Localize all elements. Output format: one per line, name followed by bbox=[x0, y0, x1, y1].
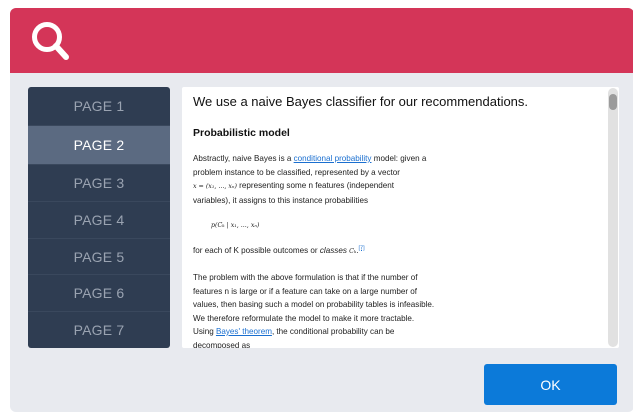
page-nav: PAGE 1 PAGE 2 PAGE 3 PAGE 4 PAGE 5 PAGE … bbox=[28, 87, 170, 348]
nav-item-page-7[interactable]: PAGE 7 bbox=[28, 312, 170, 348]
text-span: for each of K possible outcomes or bbox=[193, 245, 320, 255]
page-title: We use a naive Bayes classifier for our … bbox=[193, 94, 529, 109]
paragraph-line: variables), it assigns to this instance … bbox=[193, 195, 368, 205]
paragraph-line: x = (x₁, ..., xₙ) representing some n fe… bbox=[193, 179, 603, 194]
bayes-theorem-link[interactable]: Bayes' theorem bbox=[216, 327, 272, 336]
header-bar bbox=[10, 8, 633, 73]
paragraph-line: problem instance to be classified, repre… bbox=[193, 167, 400, 177]
content-panel: We use a naive Bayes classifier for our … bbox=[182, 87, 619, 348]
text-span: , the conditional probability can be bbox=[271, 327, 395, 336]
nav-item-page-3[interactable]: PAGE 3 bbox=[28, 165, 170, 202]
text-span: Abstractly, naive Bayes is a bbox=[193, 154, 294, 163]
nav-item-label: PAGE 4 bbox=[73, 212, 125, 228]
paragraph-line: decomposed as bbox=[193, 340, 251, 349]
nav-item-label: PAGE 6 bbox=[73, 285, 125, 301]
ok-button[interactable]: OK bbox=[484, 364, 617, 405]
section-heading: Probabilistic model bbox=[193, 127, 290, 139]
content-scrollbar[interactable] bbox=[608, 88, 618, 347]
nav-item-label: PAGE 2 bbox=[73, 137, 125, 153]
classes-term: classes bbox=[319, 245, 347, 255]
probability-formula: p(Cₖ | x₁, ..., xₙ) bbox=[211, 222, 260, 229]
text-span: Using bbox=[193, 327, 216, 336]
paragraph-line: values, then basing such a model on prob… bbox=[193, 300, 435, 309]
nav-item-page-5[interactable]: PAGE 5 bbox=[28, 239, 170, 275]
nav-item-label: PAGE 7 bbox=[73, 322, 125, 338]
paragraph-line: Abstractly, naive Bayes is a conditional… bbox=[193, 152, 603, 166]
nav-item-label: PAGE 5 bbox=[73, 248, 125, 265]
paragraph-line: for each of K possible outcomes or class… bbox=[193, 244, 365, 255]
nav-item-page-2[interactable]: PAGE 2 bbox=[28, 126, 170, 165]
nav-item-page-6[interactable]: PAGE 6 bbox=[28, 275, 170, 312]
class-symbol: Cₖ bbox=[349, 247, 357, 255]
text-span: model: given a bbox=[371, 154, 427, 163]
text-span: representing some n features (independen… bbox=[236, 181, 394, 190]
citation-link[interactable]: [7] bbox=[359, 245, 365, 251]
conditional-probability-link[interactable]: conditional probability bbox=[294, 154, 372, 163]
paragraph-line: Using Bayes' theorem, the conditional pr… bbox=[193, 325, 603, 339]
nav-item-label: PAGE 1 bbox=[73, 98, 125, 114]
formula-line: p(Cₖ | x₁, ..., xₙ) bbox=[193, 218, 603, 233]
article: We use a naive Bayes classifier for our … bbox=[193, 94, 603, 348]
vector-formula: x = (x₁, ..., xₙ) bbox=[193, 183, 237, 190]
paragraph-line: We therefore reformulate the model to ma… bbox=[193, 313, 415, 323]
scrollbar-thumb[interactable] bbox=[609, 94, 617, 110]
nav-item-page-1[interactable]: PAGE 1 bbox=[28, 87, 170, 126]
nav-item-page-4[interactable]: PAGE 4 bbox=[28, 202, 170, 239]
paragraph-line: features n is large or if a feature can … bbox=[193, 286, 418, 296]
dialog: PAGE 1 PAGE 2 PAGE 3 PAGE 4 PAGE 5 PAGE … bbox=[10, 8, 633, 412]
search-icon bbox=[28, 18, 76, 71]
nav-item-label: PAGE 3 bbox=[73, 175, 125, 191]
paragraph-line: The problem with the above formulation i… bbox=[193, 273, 418, 282]
